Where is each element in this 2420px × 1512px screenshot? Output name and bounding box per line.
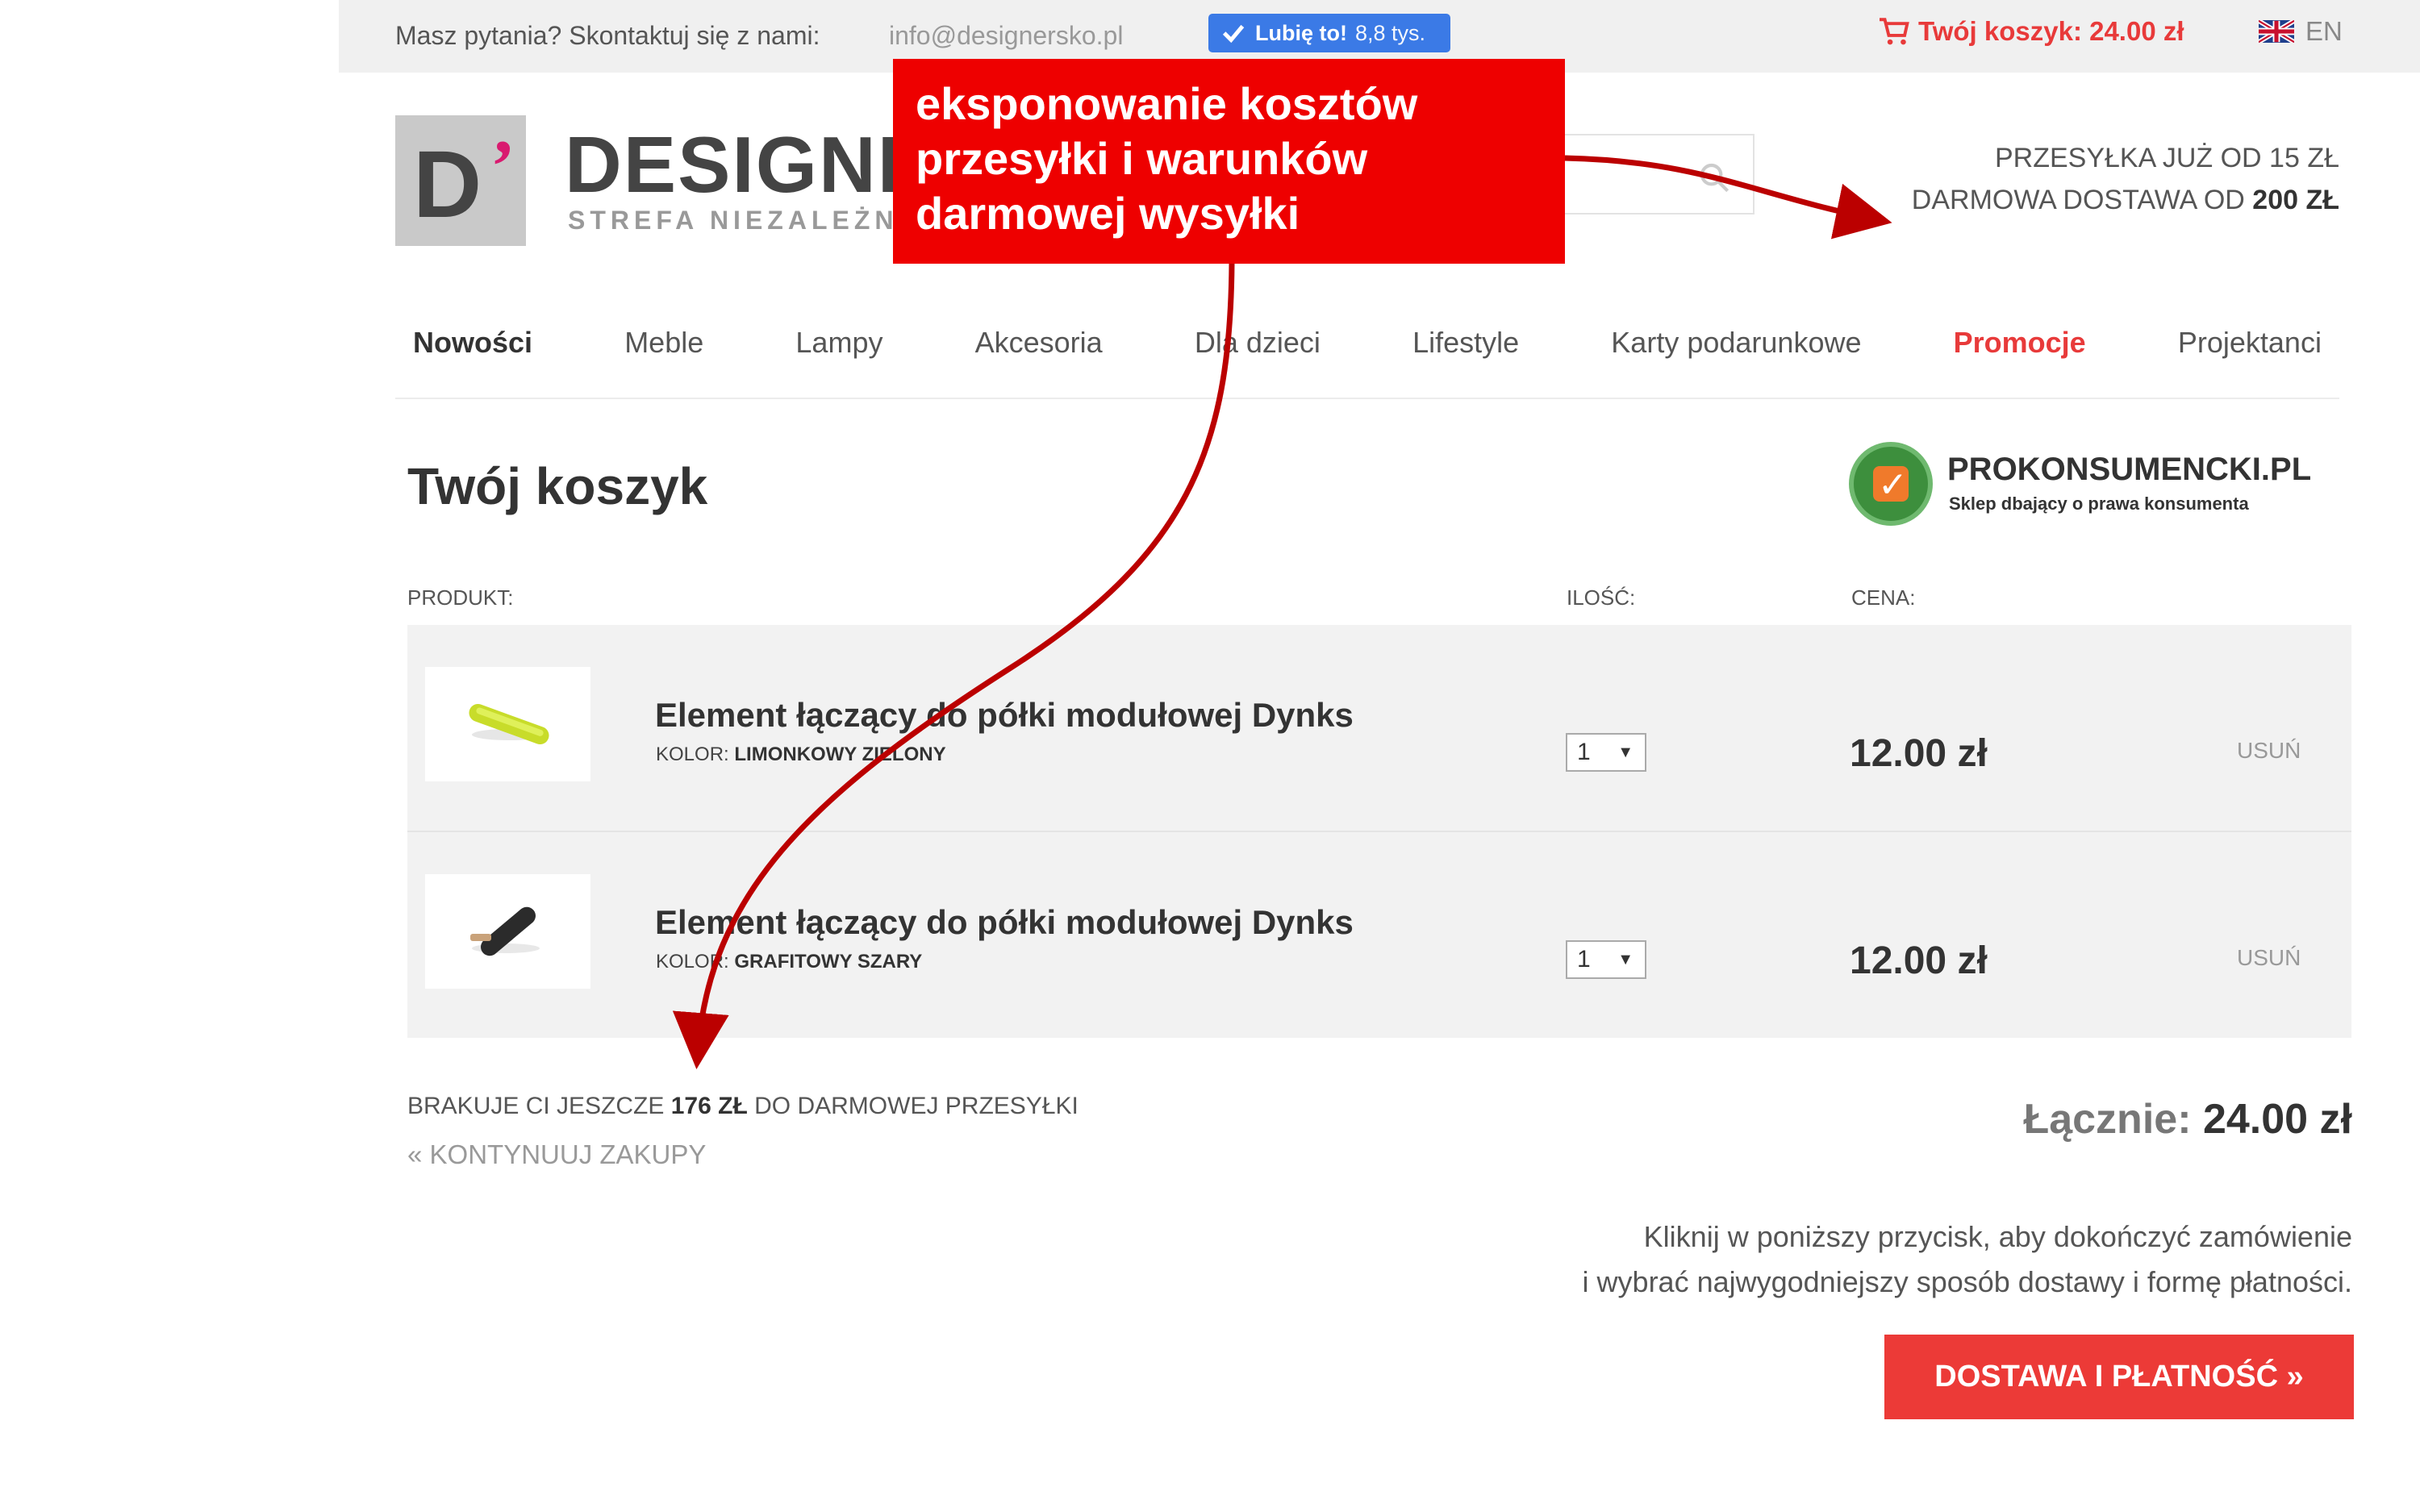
checkout-note-line1: Kliknij w poniższy przycisk, aby dokończ… (1643, 1220, 2352, 1253)
quantity-value: 1 (1577, 946, 1591, 973)
logo-apostrophe: ’ (490, 125, 515, 207)
column-header-price: CENA: (1851, 585, 1916, 610)
caret-down-icon: ▼ (1617, 950, 1634, 968)
nav-item-lifestyle[interactable]: Lifestyle (1412, 326, 1519, 360)
annotation-line: eksponowanie kosztów (916, 78, 1418, 129)
remove-item-button[interactable]: USUŃ (2237, 738, 2301, 764)
missing-suffix: DO DARMOWEJ PRZESYŁKI (754, 1093, 1079, 1119)
prokonsumencki-badge[interactable]: ✓ PROKONSUMENCKI.PL Sklep dbający o praw… (1849, 439, 2333, 527)
page-title: Twój koszyk (407, 457, 708, 515)
nav-item-karty-podarunkowe[interactable]: Karty podarunkowe (1611, 326, 1861, 360)
like-label: Lubię to! (1255, 20, 1347, 45)
badge-name: PROKONSUMENCKI.PL (1947, 452, 2312, 487)
option-value: GRAFITOWY SZARY (734, 951, 923, 973)
item-price: 12.00 zł (1850, 939, 1988, 982)
annotation-callout: eksponowanie kosztów przesyłki i warunkó… (893, 59, 1565, 264)
missing-amount: 176 ZŁ (670, 1093, 748, 1119)
nav-item-promocje[interactable]: Promocje (1954, 326, 2086, 360)
prokonsumencki-seal-icon: ✓ (1849, 442, 1933, 526)
cart-item-row: Element łączący do półki modułowej Dynks… (407, 832, 2351, 1038)
product-option: KOLOR: GRAFITOWY SZARY (656, 951, 922, 973)
option-label: KOLOR: (656, 951, 729, 973)
like-count: 8,8 tys. (1354, 20, 1426, 45)
nav-item-dla-dzieci[interactable]: Dla dzieci (1195, 326, 1321, 360)
logo-letter: D (413, 131, 482, 238)
free-delivery-amount: 200 ZŁ (2252, 185, 2339, 215)
nav-item-projektanci[interactable]: Projektanci (2178, 326, 2322, 360)
cart-item-row: Element łączący do półki modułowej Dynks… (407, 625, 2351, 831)
missing-prefix: BRAKUJE CI JESZCZE (407, 1093, 665, 1119)
continue-shopping-link[interactable]: « KONTYNUUJ ZAKUPY (407, 1139, 706, 1170)
option-label: KOLOR: (656, 744, 729, 765)
product-thumbnail[interactable] (425, 874, 590, 989)
graphite-connector-image (470, 906, 540, 956)
nav-item-lampy[interactable]: Lampy (795, 326, 882, 360)
quantity-value: 1 (1577, 739, 1591, 765)
total-label: Łącznie: (2023, 1096, 2192, 1143)
logo-mark[interactable]: D ’ (395, 115, 526, 246)
free-delivery-prefix: DARMOWA DOSTAWA OD (1911, 185, 2245, 215)
cart-total: Łącznie: 24.00 zł (2023, 1095, 2352, 1143)
quantity-select[interactable]: 1 ▼ (1566, 733, 1646, 772)
checkout-button[interactable]: DOSTAWA I PŁATNOŚĆ » (1884, 1335, 2354, 1419)
header-cart-link[interactable]: Twój koszyk: 24.00 zł (1878, 16, 2184, 47)
check-icon (1222, 24, 1245, 44)
language-label: EN (2305, 16, 2343, 46)
nav-item-akcesoria[interactable]: Akcesoria (975, 326, 1103, 360)
product-thumbnail[interactable] (425, 667, 590, 781)
free-delivery-line: DARMOWA DOSTAWA OD 200 ZŁ (1912, 179, 2339, 221)
option-value: LIMONKOWY ZIELONY (734, 744, 946, 765)
main-nav: Nowości Meble Lampy Akcesoria Dla dzieci… (395, 310, 2339, 375)
search-icon[interactable] (1698, 161, 1730, 194)
item-price: 12.00 zł (1850, 732, 1988, 775)
nav-item-nowosci[interactable]: Nowości (413, 326, 532, 360)
logo-subtitle: STREFA NIEZALEŻNEG (568, 206, 945, 235)
annotation-line: przesyłki i warunków (916, 133, 1368, 184)
nav-item-meble[interactable]: Meble (624, 326, 703, 360)
product-name[interactable]: Element łączący do półki modułowej Dynks (655, 903, 1354, 942)
badge-tagline: Sklep dbający o prawa konsumenta (1949, 494, 2249, 514)
cart-icon (1880, 18, 1909, 45)
product-name[interactable]: Element łączący do półki modułowej Dynks (655, 696, 1354, 735)
annotation-line: darmowej wysyłki (916, 188, 1300, 239)
uk-flag-icon (2259, 20, 2294, 43)
shipping-info: PRZESYŁKA JUŻ OD 15 ZŁ DARMOWA DOSTAWA O… (1912, 137, 2339, 221)
checkout-note-line2: i wybrać najwygodniejszy sposób dostawy … (1582, 1265, 2352, 1298)
contact-email-link[interactable]: info@designersko.pl (889, 21, 1123, 51)
facebook-like-button[interactable]: Lubię to! 8,8 tys. (1208, 14, 1450, 52)
remove-item-button[interactable]: USUŃ (2237, 945, 2301, 971)
quantity-select[interactable]: 1 ▼ (1566, 940, 1646, 979)
column-header-product: PRODUKT: (407, 585, 514, 610)
total-amount: 24.00 zł (2202, 1096, 2352, 1143)
column-header-quantity: ILOŚĆ: (1567, 585, 1636, 610)
contact-label: Masz pytania? Skontaktuj się z nami: (395, 21, 820, 50)
checkout-note: Kliknij w poniższy przycisk, aby dokończ… (1583, 1214, 2352, 1305)
header-cart-label: Twój koszyk: 24.00 zł (1918, 16, 2184, 46)
language-switch[interactable]: EN (2259, 16, 2343, 47)
caret-down-icon: ▼ (1617, 743, 1634, 761)
lime-connector-image (469, 703, 549, 745)
nav-divider (395, 398, 2339, 399)
seal-check-icon: ✓ (1878, 465, 1908, 505)
product-option: KOLOR: LIMONKOWY ZIELONY (656, 744, 946, 766)
free-shipping-remaining: BRAKUJE CI JESZCZE 176 ZŁ DO DARMOWEJ PR… (407, 1093, 1079, 1120)
shipping-cost-line: PRZESYŁKA JUŻ OD 15 ZŁ (1994, 143, 2339, 173)
